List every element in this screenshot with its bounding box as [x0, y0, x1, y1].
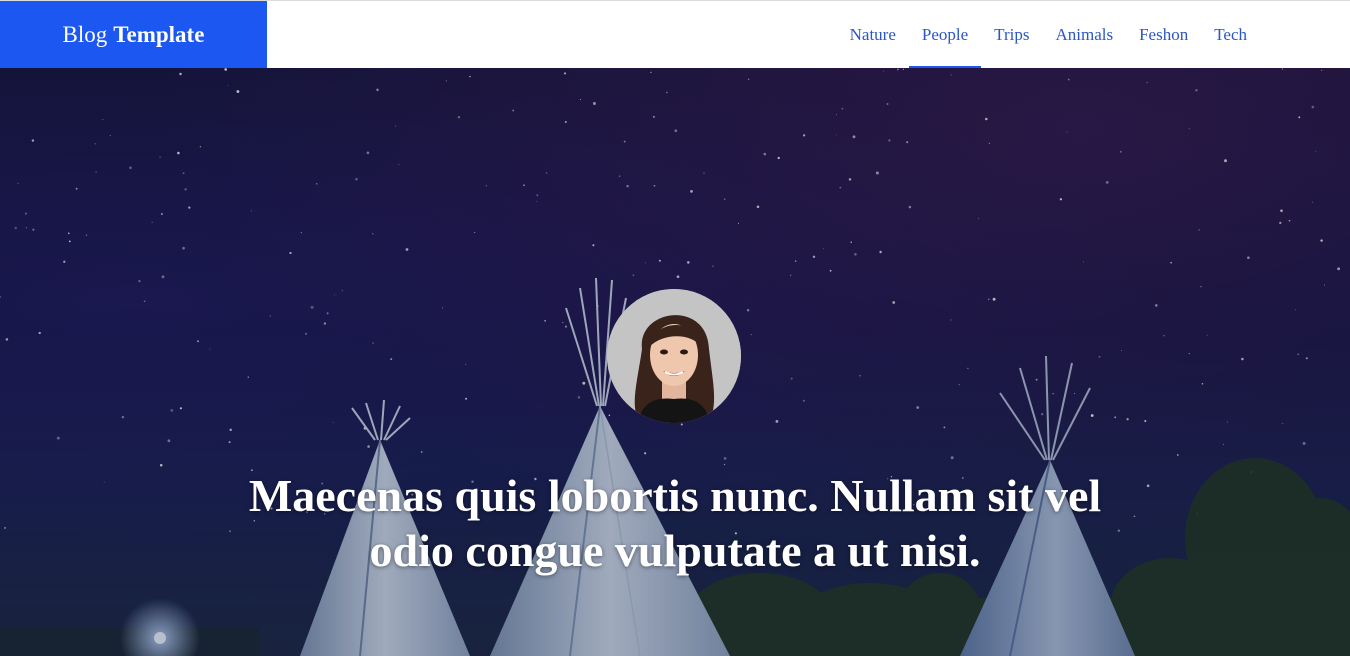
- nav-item-nature[interactable]: Nature: [837, 1, 909, 68]
- site-header: Blog Template Nature People Trips Animal…: [0, 0, 1350, 69]
- hero-banner: Maecenas quis lobortis nunc. Nullam sit …: [0, 68, 1350, 656]
- main-nav: Nature People Trips Animals Feshon Tech: [837, 1, 1260, 69]
- brand-name-part2: Template: [113, 22, 205, 47]
- nav-item-people[interactable]: People: [908, 1, 982, 69]
- avatar-icon: [607, 289, 741, 423]
- hero-title: Maecenas quis lobortis nunc. Nullam sit …: [248, 470, 1102, 576]
- nav-item-trips[interactable]: Trips: [981, 1, 1042, 68]
- nav-item-tech[interactable]: Tech: [1201, 1, 1260, 68]
- brand-name-part1: Blog: [62, 22, 108, 47]
- nav-item-animals[interactable]: Animals: [1042, 1, 1126, 68]
- brand-logo[interactable]: Blog Template: [0, 1, 267, 69]
- nav-item-feshon[interactable]: Feshon: [1126, 1, 1201, 68]
- author-avatar[interactable]: [607, 289, 741, 423]
